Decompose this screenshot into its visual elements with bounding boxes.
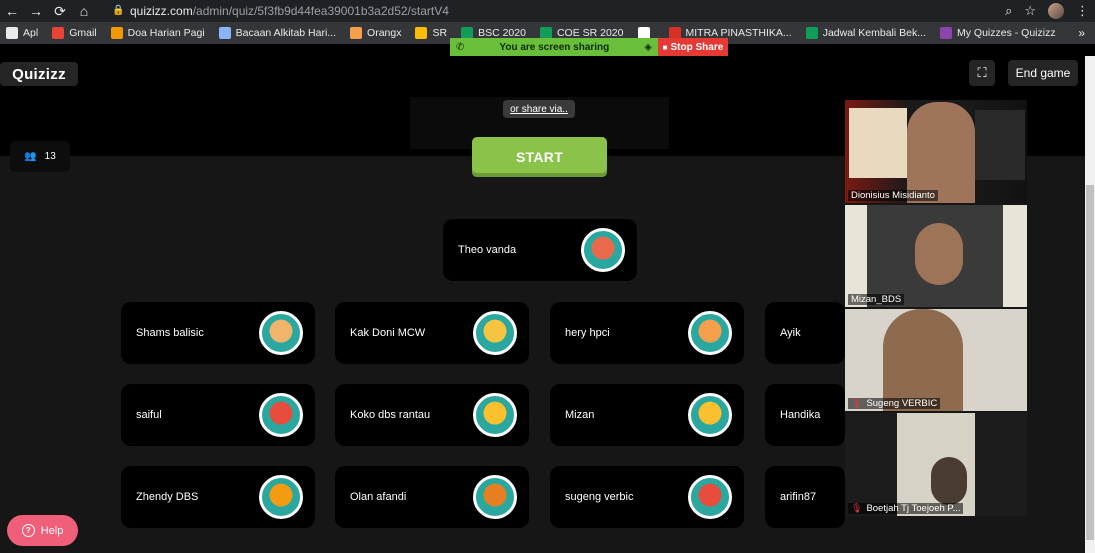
video-tile: 🎙 Sugeng VERBIC	[845, 309, 1027, 411]
participant-name: Mizan_BDS	[848, 294, 905, 305]
bookmark-label: Doa Harian Pagi	[127, 27, 205, 39]
bookmark-label: Apl	[23, 27, 39, 39]
participant-name: 🎙 Boetjah Tj Toejoeh P...	[848, 503, 964, 514]
player-avatar-icon	[581, 228, 625, 272]
shield-icon: ◈	[644, 41, 652, 53]
player-card[interactable]: Zhendy DBS	[121, 466, 315, 528]
url-path: /admin/quiz/5f3fb9d44fea39001b3a2d52/sta…	[192, 3, 449, 18]
player-card[interactable]: Handika	[765, 384, 845, 446]
home-icon[interactable]: ⌂	[72, 0, 96, 22]
bookmark-icon	[940, 27, 952, 39]
stop-share-button[interactable]: ■ Stop Share	[658, 38, 728, 56]
bookmark-item[interactable]: My Quizzes - Quizizz	[940, 27, 1056, 39]
player-avatar-icon	[473, 393, 517, 437]
back-icon[interactable]: ←	[0, 0, 24, 22]
browser-actions: ⌕ ☆ ⋮	[1005, 0, 1089, 22]
quizizz-logo[interactable]: Quizizz	[0, 62, 78, 86]
mic-off-icon: 🎙	[851, 503, 863, 513]
video-tile: Dionisius Misidianto	[845, 100, 1027, 203]
player-card[interactable]: Kak Doni MCW	[335, 302, 529, 364]
participant-video	[907, 102, 975, 203]
video-tile: Mizan_BDS	[845, 205, 1027, 307]
bookmark-label: Jadwal Kembali Bek...	[822, 27, 926, 39]
stop-icon: ■	[662, 42, 668, 52]
player-avatar-icon	[688, 393, 732, 437]
player-avatar-icon	[473, 311, 517, 355]
share-status: ✆ You are screen sharing ◈	[450, 38, 658, 56]
bookmark-item[interactable]: Gmail	[52, 27, 97, 39]
bookmark-item[interactable]: Jadwal Kembali Bek...	[805, 27, 926, 39]
participant-name: 🎙 Sugeng VERBIC	[848, 398, 941, 409]
bookmark-icon	[218, 27, 231, 39]
player-card[interactable]: sugeng verbic	[550, 466, 744, 528]
address-bar[interactable]: 🔒 quizizz.com /admin/quiz/5f3fb9d44fea39…	[112, 1, 1042, 20]
participant-video	[883, 309, 963, 411]
player-avatar-icon	[259, 475, 303, 519]
scrollbar-thumb[interactable]	[1086, 185, 1094, 540]
bookmark-icon	[6, 27, 18, 39]
fullscreen-button[interactable]: ⛶	[969, 60, 995, 86]
menu-icon[interactable]: ⋮	[1076, 3, 1089, 19]
share-via-link[interactable]: or share via..	[503, 100, 575, 118]
player-card[interactable]: Koko dbs rantau	[335, 384, 529, 446]
player-avatar-icon	[688, 311, 732, 355]
bookmark-icon	[52, 27, 65, 39]
player-avatar-icon	[688, 475, 732, 519]
url-host: quizizz.com	[130, 3, 193, 18]
player-card[interactable]: hery hpci	[550, 302, 744, 364]
player-card[interactable]: saiful	[121, 384, 315, 446]
mic-off-icon: 🎙	[851, 398, 863, 408]
screen-share-banner: ✆ You are screen sharing ◈ ■ Stop Share	[450, 38, 728, 56]
bookmark-icon	[110, 27, 123, 39]
bookmark-label: Bacaan Alkitab Hari...	[235, 27, 337, 39]
bookmark-icon	[415, 27, 428, 39]
player-card[interactable]: Mizan	[550, 384, 744, 446]
poster-left	[849, 108, 907, 178]
player-count: 13	[44, 151, 56, 162]
bookmark-label: Gmail	[69, 27, 97, 39]
bookmark-item[interactable]: Apl	[6, 27, 38, 39]
help-icon: ?	[21, 524, 35, 537]
player-name: Handika	[780, 409, 821, 421]
start-button[interactable]: START	[472, 137, 607, 177]
player-card[interactable]: arifin87	[765, 466, 845, 528]
video-tile: 🎙 Boetjah Tj Toejoeh P...	[845, 413, 1027, 516]
poster-right	[975, 110, 1025, 180]
share-message: You are screen sharing	[499, 41, 610, 53]
player-card[interactable]: Shams balisic	[121, 302, 315, 364]
lock-icon: 🔒	[112, 5, 125, 16]
player-avatar-icon	[473, 475, 517, 519]
fullscreen-icon: ⛶	[977, 65, 987, 80]
player-count-badge: 👥 13	[10, 141, 70, 172]
player-card[interactable]: Theo vanda	[443, 219, 637, 281]
participant-face	[931, 457, 967, 505]
players-icon: 👥	[24, 151, 37, 162]
participant-face	[915, 223, 963, 285]
bookmark-item[interactable]: SR	[415, 27, 447, 39]
bookmark-item[interactable]: Bacaan Alkitab Hari...	[218, 27, 337, 39]
reload-icon[interactable]: ⟳	[48, 0, 72, 22]
search-icon[interactable]: ⌕	[1005, 3, 1012, 19]
player-name: arifin87	[780, 491, 817, 503]
player-name: Ayik	[780, 327, 801, 339]
profile-avatar[interactable]	[1048, 3, 1064, 19]
bookmark-label: Orangx	[367, 27, 402, 39]
bookmark-label: My Quizzes - Quizizz	[957, 27, 1056, 39]
bookmarks-more-icon[interactable]: »	[1078, 26, 1085, 40]
bookmark-item[interactable]: Doa Harian Pagi	[110, 27, 205, 39]
participant-name: Dionisius Misidianto	[848, 190, 938, 201]
bookmark-label: SR	[432, 27, 448, 39]
bookmark-item[interactable]: Orangx	[350, 27, 401, 39]
help-button[interactable]: ? Help	[7, 515, 78, 546]
player-card[interactable]: Ayik	[765, 302, 845, 364]
star-icon[interactable]: ☆	[1024, 3, 1036, 19]
bookmark-icon	[350, 27, 363, 39]
end-game-button[interactable]: End game	[1008, 60, 1078, 86]
player-avatar-icon	[259, 393, 303, 437]
player-card[interactable]: Olan afandi	[335, 466, 529, 528]
forward-icon[interactable]: →	[24, 0, 48, 22]
player-avatar-icon	[259, 311, 303, 355]
bookmark-icon	[805, 27, 818, 39]
phone-icon: ✆	[456, 41, 465, 53]
